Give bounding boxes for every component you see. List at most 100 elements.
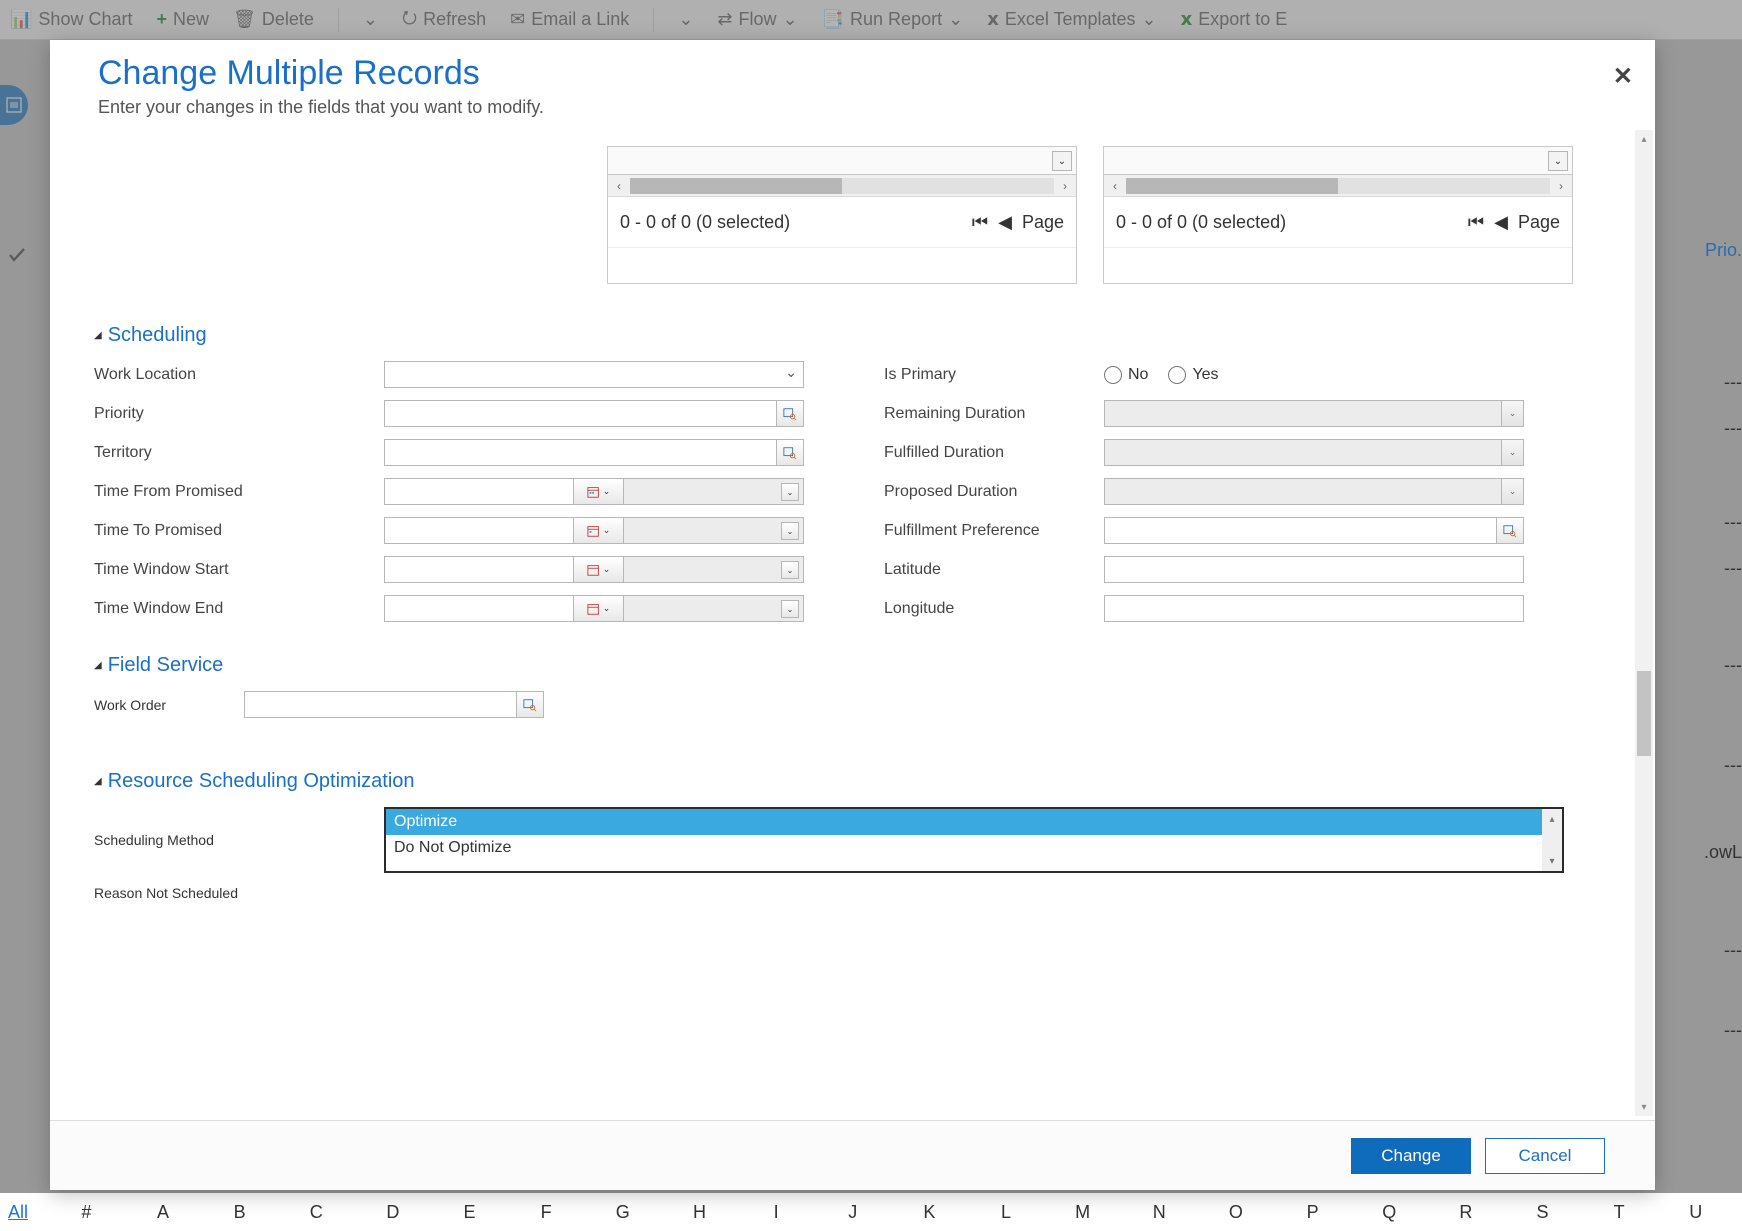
dialog-scrollbar[interactable]: ▴ ▾ (1635, 130, 1653, 1116)
label-scheduling-method: Scheduling Method (94, 832, 384, 848)
first-page-icon[interactable]: ⏮ (1468, 212, 1484, 233)
scheduling-method-option-do-not-optimize[interactable]: Do Not Optimize (386, 835, 1562, 861)
alpha-letter[interactable]: M (1044, 1202, 1121, 1223)
alpha-letter[interactable]: F (508, 1202, 585, 1223)
time-to-promised-input[interactable]: ⌄ ⌄ (384, 517, 804, 544)
latitude-input[interactable] (1104, 556, 1524, 583)
alpha-letter[interactable]: U (1657, 1202, 1734, 1223)
fulfillment-preference-lookup[interactable] (1104, 517, 1524, 544)
change-button[interactable]: Change (1351, 1138, 1471, 1174)
remaining-duration-input[interactable]: ⌄ (1104, 400, 1524, 427)
is-primary-no[interactable]: No (1104, 366, 1148, 384)
time-window-start-input[interactable]: ⌄ ⌄ (384, 556, 804, 583)
alpha-letter[interactable]: # (48, 1202, 125, 1223)
alpha-letter[interactable]: C (278, 1202, 355, 1223)
hscroll-track[interactable] (630, 178, 1054, 194)
bg-cell-lowl: .owL (1704, 842, 1742, 863)
alpha-letter[interactable]: O (1198, 1202, 1275, 1223)
alpha-letter[interactable]: Q (1351, 1202, 1428, 1223)
alpha-letter[interactable]: E (431, 1202, 508, 1223)
label-time-window-start: Time Window Start (94, 561, 384, 579)
scroll-right-icon[interactable]: › (1054, 175, 1076, 197)
dialog-footer: Change Cancel (50, 1120, 1655, 1190)
time-from-promised-input[interactable]: ⌄ ⌄ (384, 478, 804, 505)
alpha-letter[interactable]: R (1428, 1202, 1505, 1223)
calendar-icon[interactable]: ⌄ (574, 517, 624, 544)
label-longitude: Longitude (884, 600, 1104, 618)
alpha-letter[interactable]: G (584, 1202, 661, 1223)
label-work-order: Work Order (94, 697, 244, 713)
section-rso-header[interactable]: ◢ Resource Scheduling Optimization (94, 770, 1625, 793)
label-work-location: Work Location (94, 366, 384, 384)
priority-lookup[interactable] (384, 400, 804, 427)
label-time-from-promised: Time From Promised (94, 483, 384, 501)
alpha-letter[interactable]: B (201, 1202, 278, 1223)
label-territory: Territory (94, 444, 384, 462)
proposed-duration-input[interactable]: ⌄ (1104, 478, 1524, 505)
lookup-icon[interactable] (516, 691, 544, 718)
alpha-letter[interactable]: K (891, 1202, 968, 1223)
scheduling-method-option-optimize[interactable]: Optimize (386, 809, 1562, 835)
chevron-down-icon[interactable]: ⌄ (1548, 151, 1568, 171)
work-location-select[interactable] (384, 361, 804, 388)
alpha-letter[interactable]: I (738, 1202, 815, 1223)
lookup-icon[interactable] (776, 400, 804, 427)
alpha-letter[interactable]: A (125, 1202, 202, 1223)
bg-dash: --- (1724, 655, 1742, 676)
bg-dash: --- (1724, 372, 1742, 393)
fulfilled-duration-input[interactable]: ⌄ (1104, 439, 1524, 466)
label-fulfilled-duration: Fulfilled Duration (884, 444, 1104, 462)
calendar-icon[interactable]: ⌄ (574, 556, 624, 583)
lookup-icon[interactable] (776, 439, 804, 466)
chevron-down-icon[interactable]: ⌄ (1052, 151, 1072, 171)
prev-page-icon[interactable]: ◀ (998, 212, 1012, 233)
is-primary-yes[interactable]: Yes (1168, 366, 1218, 384)
time-window-end-input[interactable]: ⌄ ⌄ (384, 595, 804, 622)
cancel-button[interactable]: Cancel (1485, 1138, 1605, 1174)
dialog-body: ⌄ ‹ › 0 - 0 of 0 (0 selected) ⏮ ◀ Page (50, 126, 1655, 1120)
label-time-to-promised: Time To Promised (94, 522, 384, 540)
alpha-letter[interactable]: S (1504, 1202, 1581, 1223)
scroll-down-icon[interactable]: ▾ (1635, 1098, 1653, 1116)
alpha-index-bar: All # A B C D E F G H I J K L M N O P Q … (0, 1193, 1742, 1231)
lookup-icon[interactable] (1496, 517, 1524, 544)
alpha-letter[interactable]: P (1274, 1202, 1351, 1223)
calendar-icon[interactable]: ⌄ (574, 478, 624, 505)
scroll-thumb[interactable] (1637, 671, 1651, 756)
hscroll-track[interactable] (1126, 178, 1550, 194)
first-page-icon[interactable]: ⏮ (972, 212, 988, 233)
label-fulfillment-preference: Fulfillment Preference (884, 522, 1104, 540)
territory-lookup[interactable] (384, 439, 804, 466)
scroll-left-icon[interactable]: ‹ (608, 175, 630, 197)
label-remaining-duration: Remaining Duration (884, 405, 1104, 423)
scroll-left-icon[interactable]: ‹ (1104, 175, 1126, 197)
alpha-letter[interactable]: H (661, 1202, 738, 1223)
scroll-up-icon[interactable]: ▴ (1635, 130, 1653, 148)
page-label: Page (1518, 212, 1560, 233)
alpha-all[interactable]: All (8, 1202, 48, 1223)
pane-range: 0 - 0 of 0 (0 selected) (620, 212, 790, 233)
listbox-scrollbar[interactable]: ▴▾ (1542, 809, 1562, 871)
bg-dash: --- (1724, 755, 1742, 776)
territory-input[interactable] (384, 439, 776, 466)
calendar-icon[interactable]: ⌄ (574, 595, 624, 622)
alpha-letter[interactable]: T (1581, 1202, 1658, 1223)
priority-input[interactable] (384, 400, 776, 427)
scroll-right-icon[interactable]: › (1550, 175, 1572, 197)
work-order-lookup[interactable] (244, 691, 544, 718)
scheduling-method-listbox[interactable]: Optimize Do Not Optimize ▴▾ (384, 807, 1564, 873)
longitude-input[interactable] (1104, 595, 1524, 622)
bg-dash: --- (1724, 418, 1742, 439)
close-button[interactable]: ✕ (1613, 62, 1633, 91)
alpha-letter[interactable]: J (814, 1202, 891, 1223)
bg-dash: --- (1724, 940, 1742, 961)
section-field-service-header[interactable]: ◢ Field Service (94, 654, 1625, 677)
alpha-letter[interactable]: N (1121, 1202, 1198, 1223)
alpha-letter[interactable]: L (968, 1202, 1045, 1223)
related-list-pane-left: ⌄ ‹ › 0 - 0 of 0 (0 selected) ⏮ ◀ Page (607, 146, 1077, 284)
prev-page-icon[interactable]: ◀ (1494, 212, 1508, 233)
section-scheduling-header[interactable]: ◢ Scheduling (94, 324, 1625, 347)
bg-column-prio: Prio. (1705, 240, 1742, 261)
scheduling-fields: Work Location Is Primary No Yes Priority… (94, 361, 1625, 622)
alpha-letter[interactable]: D (355, 1202, 432, 1223)
